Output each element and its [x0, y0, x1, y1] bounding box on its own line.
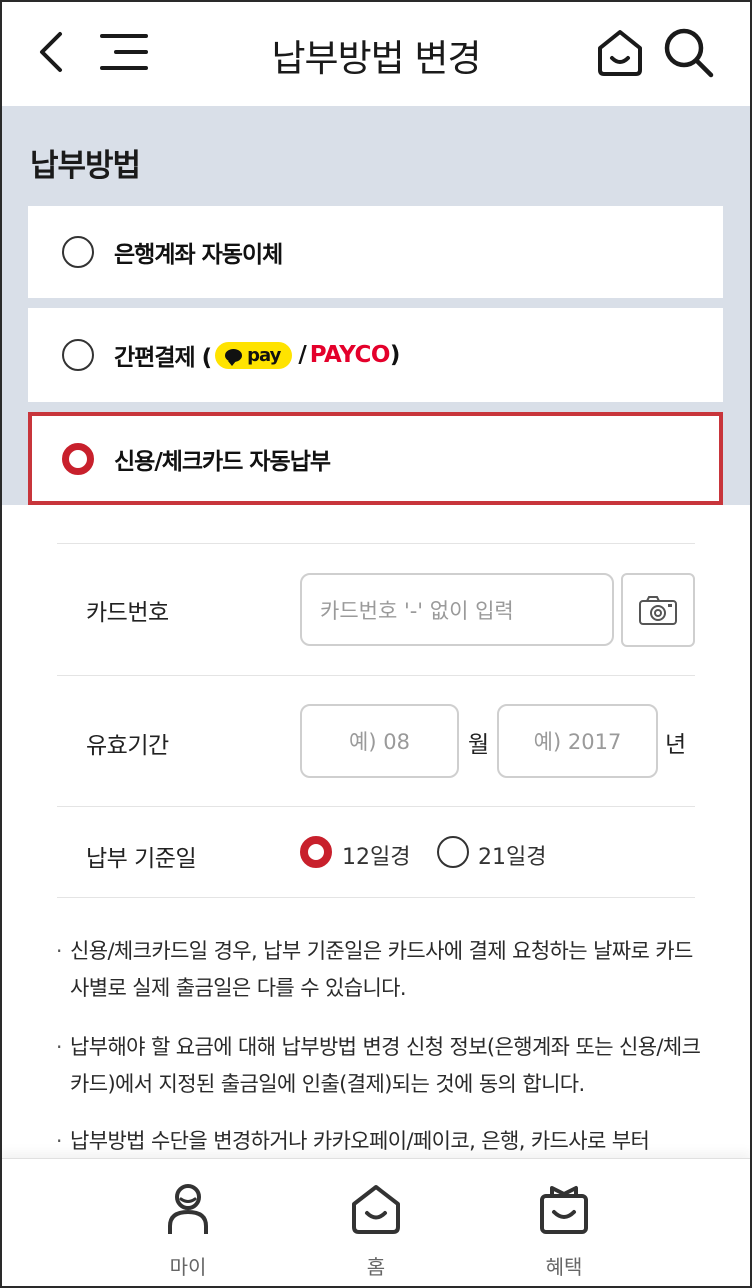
divider	[57, 806, 695, 807]
divider	[57, 543, 695, 544]
option-separator: /	[298, 342, 306, 368]
radio-unchecked[interactable]	[62, 236, 94, 268]
nav-my[interactable]: 마이	[128, 1179, 248, 1280]
bullet: ·	[56, 939, 62, 963]
expiry-label: 유효기간	[86, 733, 169, 759]
card-number-label: 카드번호	[86, 600, 169, 626]
option-bank-transfer[interactable]: 은행계좌 자동이체	[28, 206, 723, 298]
billing-day-label: 납부 기준일	[86, 846, 197, 872]
bullet: ·	[56, 1129, 62, 1153]
billing-day-21-radio[interactable]	[437, 836, 469, 868]
app-header: 납부방법 변경	[0, 0, 752, 106]
option-card-autopay[interactable]: 신용/체크카드 자동납부	[28, 412, 723, 505]
nav-home[interactable]: 홈	[316, 1179, 436, 1280]
nav-benefits[interactable]: 혜택	[504, 1179, 624, 1280]
notice-text: 납부방법 수단을 변경하거나 카카오페이/페이코, 은행, 카드사로 부터	[70, 1129, 650, 1153]
notice-text: 납부해야 할 요금에 대해 납부방법 변경 신청 정보(은행계좌 또는 신용/체…	[70, 1035, 701, 1096]
option-label: 신용/체크카드 자동납부	[114, 448, 331, 475]
notice-item: · 납부해야 할 요금에 대해 납부방법 변경 신청 정보(은행계좌 또는 신용…	[56, 1029, 706, 1103]
billing-day-21-label: 21일경	[478, 845, 547, 870]
nav-label: 마이	[169, 1255, 207, 1279]
camera-icon	[639, 596, 677, 625]
search-icon[interactable]	[658, 22, 718, 82]
option-label-prefix: 간편결제 (	[114, 345, 212, 371]
home-icon[interactable]	[590, 22, 650, 82]
nav-label: 혜택	[545, 1255, 583, 1279]
nav-label: 홈	[366, 1255, 386, 1279]
option-label-suffix: )	[389, 342, 400, 368]
divider	[57, 897, 695, 898]
card-number-input[interactable]: 카드번호 '-' 없이 입력	[300, 573, 614, 646]
notice-item: · 납부방법 수단을 변경하거나 카카오페이/페이코, 은행, 카드사로 부터	[56, 1123, 706, 1160]
kakaopay-text: pay	[247, 344, 281, 366]
radio-unchecked[interactable]	[62, 339, 94, 371]
divider	[57, 675, 695, 676]
person-icon	[128, 1179, 248, 1239]
option-label: 간편결제 ( pay / PAYCO )	[114, 338, 400, 372]
notice-item: · 신용/체크카드일 경우, 납부 기준일은 카드사에 결제 요청하는 날짜로 …	[56, 933, 706, 1007]
bottom-navigation: 마이 홈 혜택	[0, 1158, 752, 1288]
option-easy-pay[interactable]: 간편결제 ( pay / PAYCO )	[28, 308, 723, 402]
card-scan-button[interactable]	[621, 573, 695, 647]
year-unit: 년	[665, 732, 687, 758]
section-title: 납부방법	[30, 148, 141, 184]
payco-logo: PAYCO	[309, 342, 391, 368]
option-label: 은행계좌 자동이체	[114, 242, 283, 268]
billing-day-12-label[interactable]: 12일경	[342, 839, 410, 871]
expiry-year-input[interactable]: 예) 2017	[497, 704, 658, 778]
home-icon	[316, 1179, 436, 1239]
bullet: ·	[56, 1035, 62, 1059]
card-detail-panel: 카드번호 카드번호 '-' 없이 입력 유효기간 예) 08 월 예) 2017…	[0, 505, 752, 1165]
month-unit: 월	[468, 732, 490, 758]
radio-checked[interactable]	[62, 442, 94, 475]
kakaopay-logo: pay	[215, 341, 293, 369]
kakao-bubble-icon	[225, 348, 243, 366]
expiry-month-input[interactable]: 예) 08	[300, 704, 459, 778]
notice-text: 신용/체크카드일 경우, 납부 기준일은 카드사에 결제 요청하는 날짜로 카드…	[70, 939, 693, 1000]
gift-icon	[504, 1179, 624, 1239]
billing-day-12-radio[interactable]	[300, 836, 332, 868]
